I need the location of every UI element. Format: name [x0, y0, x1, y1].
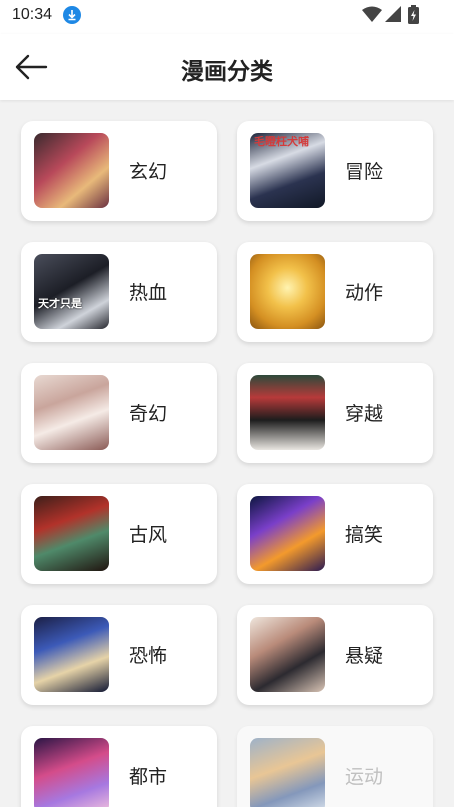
- category-label: 冒险: [345, 161, 384, 183]
- category-card-xuanyi[interactable]: 悬疑: [237, 605, 433, 705]
- category-label: 动作: [345, 282, 384, 304]
- category-label: 玄幻: [129, 161, 168, 183]
- category-cover: [250, 617, 325, 692]
- category-cover: [34, 738, 109, 807]
- category-label: 都市: [129, 766, 168, 788]
- category-cover: [34, 133, 109, 208]
- category-cover: 毛瞪枉犬哺: [250, 133, 325, 208]
- category-label: 运动: [345, 766, 384, 788]
- category-card-qihuan[interactable]: 奇幻: [21, 363, 217, 463]
- category-label: 恐怖: [129, 645, 168, 667]
- category-label: 搞笑: [345, 524, 384, 546]
- category-card-chuanyue[interactable]: 穿越: [237, 363, 433, 463]
- cover-title-text: 毛瞪枉犬哺: [254, 136, 309, 148]
- category-card-dushi[interactable]: 都市: [21, 726, 217, 807]
- category-label: 穿越: [345, 403, 384, 425]
- battery-charging-icon: [408, 5, 419, 24]
- category-card-rexue[interactable]: 天才只是 热血: [21, 242, 217, 342]
- app-bar: 漫画分类: [0, 34, 454, 100]
- category-card-gufeng[interactable]: 古风: [21, 484, 217, 584]
- category-label: 奇幻: [129, 403, 168, 425]
- cover-title-text: 天才只是: [38, 298, 82, 310]
- signal-icon: [385, 6, 401, 22]
- category-card-xuanhuan[interactable]: 玄幻: [21, 121, 217, 221]
- category-label: 悬疑: [345, 645, 384, 667]
- category-cover: [34, 617, 109, 692]
- category-label: 古风: [129, 524, 168, 546]
- category-card-yundong[interactable]: 运动: [237, 726, 433, 807]
- download-icon: [63, 6, 81, 24]
- page-title: 漫画分类: [181, 59, 273, 85]
- category-cover: [34, 496, 109, 571]
- wifi-icon: [362, 6, 382, 22]
- category-cover: [250, 254, 325, 329]
- category-cover: [250, 496, 325, 571]
- category-cover: [250, 738, 325, 807]
- status-bar: 10:34: [0, 0, 454, 34]
- category-cover: 天才只是: [34, 254, 109, 329]
- category-card-kongbu[interactable]: 恐怖: [21, 605, 217, 705]
- category-card-gaoxiao[interactable]: 搞笑: [237, 484, 433, 584]
- category-label: 热血: [129, 282, 168, 304]
- category-cover: [250, 375, 325, 450]
- category-grid: 玄幻 毛瞪枉犬哺 冒险 天才只是 热血 动作 奇幻 穿越 古风 搞笑 恐怖 悬疑…: [0, 100, 454, 807]
- category-card-maoxian[interactable]: 毛瞪枉犬哺 冒险: [237, 121, 433, 221]
- category-cover: [34, 375, 109, 450]
- status-time: 10:34: [12, 6, 53, 23]
- category-card-dongzuo[interactable]: 动作: [237, 242, 433, 342]
